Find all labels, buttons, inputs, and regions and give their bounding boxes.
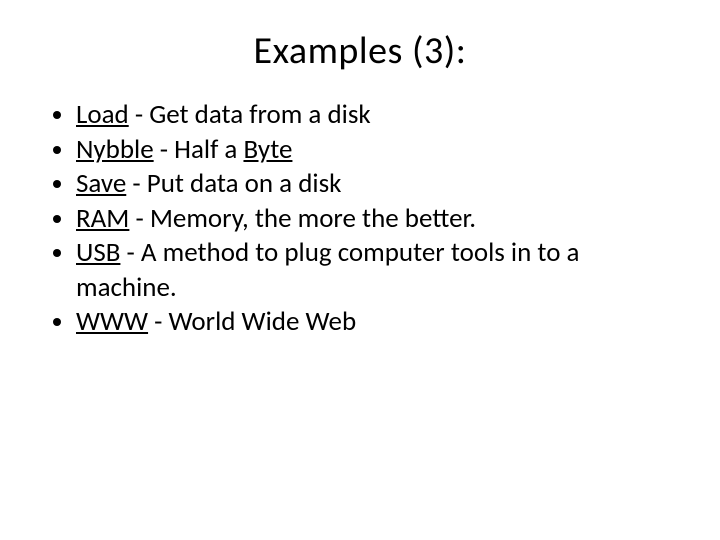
inline-link: Byte	[243, 133, 292, 166]
term: WWW	[76, 305, 148, 338]
list-item: RAM - Memory, the more the better.	[76, 202, 680, 237]
definition-text: - Memory, the more the better.	[129, 202, 476, 235]
term: Nybble	[76, 133, 154, 166]
list-item: Load - Get data from a disk	[76, 98, 680, 133]
list-item: USB - A method to plug computer tools in…	[76, 236, 680, 305]
definition-text: - Put data on a disk	[126, 167, 341, 200]
list-item: WWW - World Wide Web	[76, 305, 680, 340]
definition-list: Load - Get data from a disk Nybble - Hal…	[48, 98, 680, 340]
definition-text: - A method to plug computer tools in to …	[76, 236, 579, 304]
definition-text: - World Wide Web	[148, 305, 356, 338]
term: Load	[76, 98, 129, 131]
list-item: Save - Put data on a disk	[76, 167, 680, 202]
term: USB	[76, 236, 120, 269]
definition-text: - Get data from a disk	[129, 98, 371, 131]
slide-title: Examples (3):	[40, 28, 680, 74]
term: Save	[76, 167, 126, 200]
slide: Examples (3): Load - Get data from a dis…	[0, 0, 720, 540]
list-item: Nybble - Half a Byte	[76, 133, 680, 168]
definition-text: - Half a	[154, 133, 244, 166]
term: RAM	[76, 202, 129, 235]
